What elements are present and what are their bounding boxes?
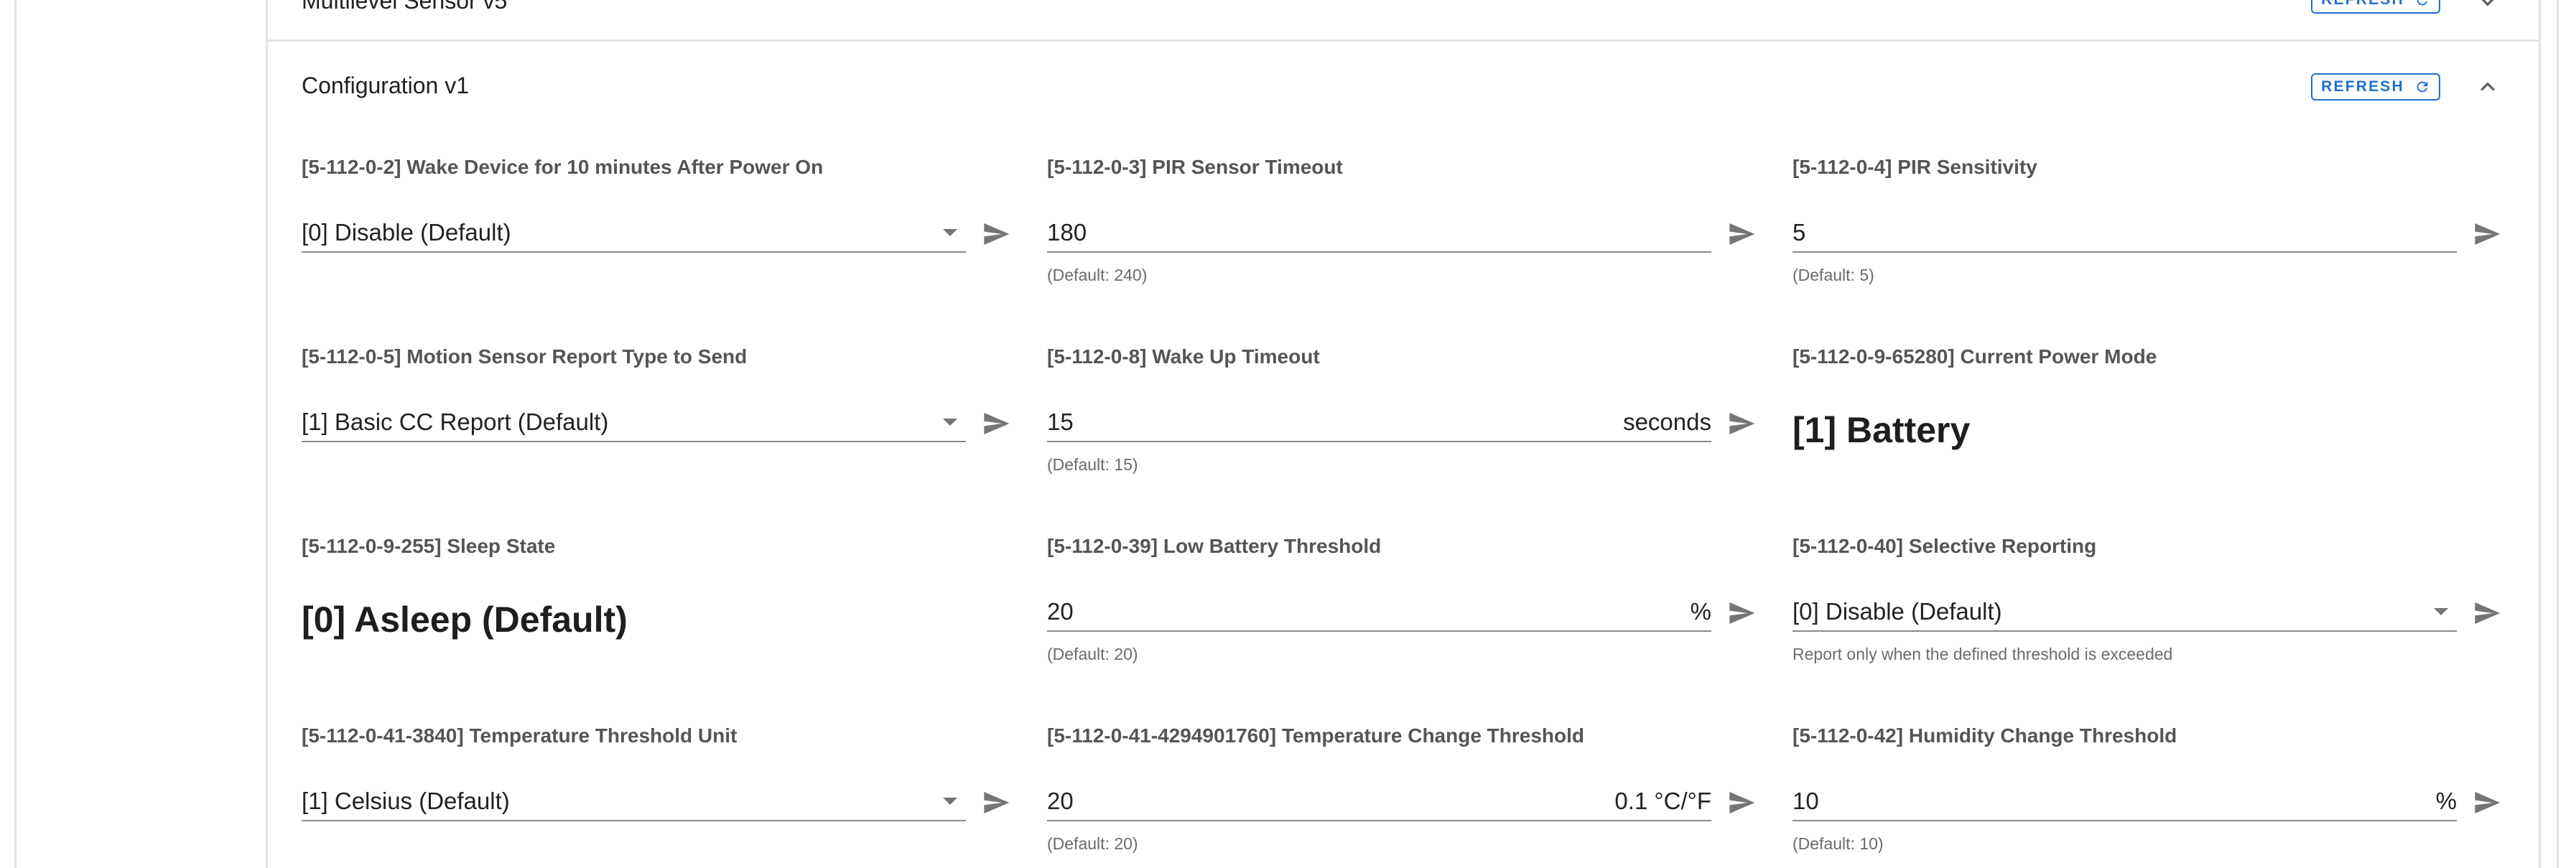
section-divider — [267, 39, 2539, 42]
param-value: 180 — [1047, 219, 1087, 246]
param-label: [5-112-0-39] Low Battery Threshold — [1047, 535, 1382, 557]
param-input[interactable]: 20 % — [1047, 593, 1711, 632]
refresh-icon — [2417, 81, 2428, 93]
param-label: [5-112-0-2] Wake Device for 10 minutes A… — [302, 156, 824, 178]
param-value: [0] Disable (Default) — [302, 219, 511, 246]
send-icon[interactable] — [1725, 599, 1758, 627]
send-icon[interactable] — [980, 788, 1013, 817]
param-value: [0] Disable (Default) — [1792, 598, 2002, 625]
param-input[interactable]: 10 % — [1792, 783, 2457, 821]
param-value: 5 — [1792, 219, 1806, 246]
param-readonly-value: [0] Asleep (Default) — [302, 599, 628, 640]
dropdown-arrow-icon — [943, 798, 957, 805]
param-select[interactable]: [1] Celsius (Default) — [302, 783, 966, 821]
refresh-button[interactable]: REFRESH — [2311, 0, 2440, 14]
send-icon[interactable] — [980, 409, 1013, 438]
param-label: [5-112-0-41-4294901760] Temperature Chan… — [1047, 724, 1585, 747]
send-icon[interactable] — [2470, 220, 2503, 248]
param-value: [1] Celsius (Default) — [302, 788, 510, 814]
param-label: [5-112-0-9-255] Sleep State — [302, 535, 556, 557]
send-icon[interactable] — [1725, 788, 1758, 817]
param-label: [5-112-0-5] Motion Sensor Report Type to… — [302, 345, 748, 368]
param-input[interactable]: 180 — [1047, 214, 1711, 253]
refresh-button[interactable]: REFRESH — [2311, 73, 2440, 101]
param-label: [5-112-0-3] PIR Sensor Timeout — [1047, 156, 1343, 178]
section-title: Multilevel Sensor v5 — [302, 0, 508, 14]
panel-left-border — [266, 0, 268, 868]
param-label: [5-112-0-41-3840] Temperature Threshold … — [302, 724, 738, 747]
param-hint: (Default: 10) — [1792, 834, 1884, 853]
send-icon[interactable] — [1725, 220, 1758, 248]
dropdown-arrow-icon — [943, 229, 957, 236]
refresh-icon — [2417, 0, 2427, 6]
param-hint: (Default: 20) — [1047, 834, 1138, 853]
send-icon[interactable] — [2470, 599, 2503, 627]
send-icon[interactable] — [1725, 409, 1758, 438]
send-icon[interactable] — [980, 220, 1013, 248]
chevron-down-icon[interactable] — [2473, 0, 2502, 16]
send-icon[interactable] — [2470, 788, 2503, 817]
param-select[interactable]: [1] Basic CC Report (Default) — [302, 403, 966, 442]
dropdown-arrow-icon — [943, 419, 957, 426]
param-label: [5-112-0-8] Wake Up Timeout — [1047, 345, 1320, 368]
param-input[interactable]: 5 — [1792, 214, 2457, 253]
param-unit: seconds — [1623, 409, 1711, 435]
param-value: 20 — [1047, 788, 1074, 814]
chevron-up-icon[interactable] — [2473, 73, 2502, 101]
param-value: 15 — [1047, 409, 1074, 435]
param-input[interactable]: 20 0.1 °C/°F — [1047, 783, 1711, 821]
param-readonly-value: [1] Battery — [1792, 410, 1971, 450]
param-unit: % — [2435, 788, 2457, 814]
param-value: 20 — [1047, 598, 1074, 625]
param-label: [5-112-0-9-65280] Current Power Mode — [1792, 345, 2157, 368]
param-hint: (Default: 240) — [1047, 266, 1148, 284]
param-value: [1] Basic CC Report (Default) — [302, 409, 609, 435]
param-label: [5-112-0-4] PIR Sensitivity — [1792, 156, 2037, 178]
param-hint: (Default: 5) — [1792, 266, 1874, 284]
dropdown-arrow-icon — [2434, 608, 2448, 615]
param-label: [5-112-0-40] Selective Reporting — [1792, 535, 2097, 557]
param-select[interactable]: [0] Disable (Default) — [1792, 593, 2457, 632]
param-hint: (Default: 15) — [1047, 455, 1138, 474]
param-unit: % — [1690, 598, 1711, 625]
param-label: [5-112-0-42] Humidity Change Threshold — [1792, 724, 2177, 747]
refresh-label: REFRESH — [2321, 78, 2404, 95]
param-select[interactable]: [0] Disable (Default) — [302, 214, 966, 253]
section-title: Configuration v1 — [302, 73, 470, 98]
refresh-label: REFRESH — [2321, 0, 2404, 9]
param-unit: 0.1 °C/°F — [1614, 788, 1711, 814]
param-hint: (Default: 20) — [1047, 645, 1138, 663]
page-left-border — [14, 0, 17, 868]
param-hint: Report only when the defined threshold i… — [1792, 645, 2173, 663]
page-right-border — [2557, 0, 2559, 868]
param-input[interactable]: 15 seconds — [1047, 403, 1711, 442]
panel-right-border — [2539, 0, 2541, 868]
param-value: 10 — [1792, 788, 1819, 814]
